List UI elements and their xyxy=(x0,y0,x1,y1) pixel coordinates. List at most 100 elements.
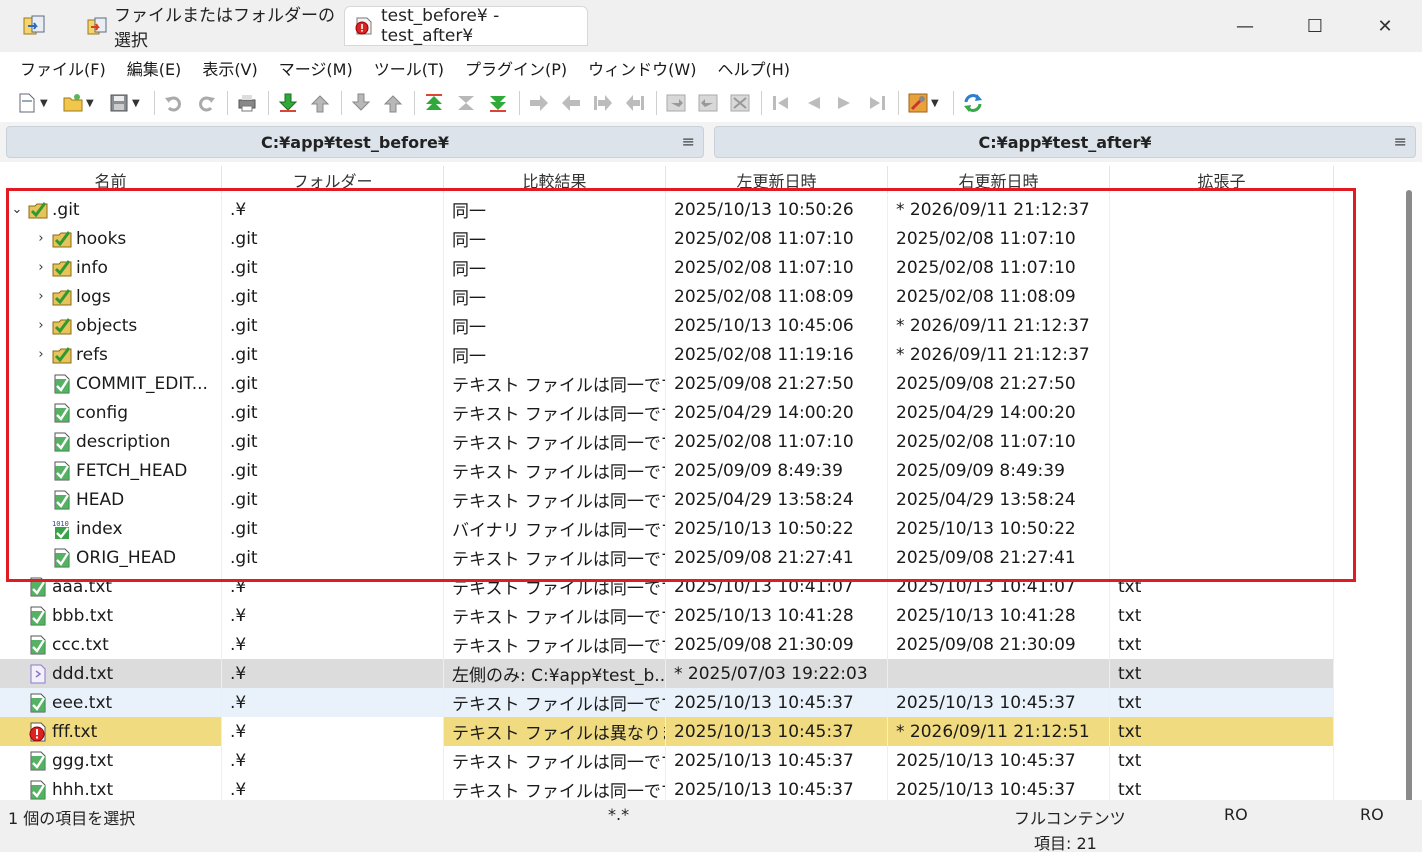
scrollbar-thumb[interactable] xyxy=(1406,190,1412,802)
vertical-scrollbar[interactable] xyxy=(1404,190,1414,802)
new-dropdown-chevron-icon[interactable]: ▼ xyxy=(40,98,50,109)
menu-view[interactable]: 表示(V) xyxy=(194,56,265,80)
item-name: logs xyxy=(76,286,111,307)
copy-left-advance-icon[interactable] xyxy=(624,92,646,114)
options-dropdown-chevron-icon[interactable]: ▼ xyxy=(931,98,941,109)
column-header-folder[interactable]: フォルダー xyxy=(222,166,444,194)
save-icon[interactable] xyxy=(108,92,130,114)
table-row[interactable]: ORIG_HEAD .git テキスト ファイルは同一です 2025/09/08 21… xyxy=(0,543,1334,572)
options-tools-icon[interactable] xyxy=(907,92,929,114)
left-path-bar[interactable]: C:¥app¥test_before¥ ≡ xyxy=(6,126,704,158)
cell-right-date: 2025/09/08 21:30:09 xyxy=(888,630,1110,659)
table-row[interactable]: HEAD .git テキスト ファイルは同一です 2025/04/29 13:58:2… xyxy=(0,485,1334,514)
table-row[interactable]: 1010 index .git バイナリ ファイルは同一です 2025/10/13 10… xyxy=(0,514,1334,543)
table-row[interactable]: description .git テキスト ファイルは同一です 2025/02/08 … xyxy=(0,427,1334,456)
current-diff-icon[interactable] xyxy=(455,92,477,114)
table-row[interactable]: fff.txt .¥テキスト ファイルは異なります2025/10/13 10:45… xyxy=(0,717,1334,746)
cell-extension xyxy=(1110,369,1334,398)
expand-chevron-right-icon[interactable]: › xyxy=(34,289,48,304)
first-file-icon[interactable] xyxy=(770,92,792,114)
table-row[interactable]: ⌄ .git .¥ 同一 2025/10/13 10:50:26 * 2026/09/11… xyxy=(0,195,1334,224)
table-row[interactable]: ddd.txt .¥ 左側のみ: C:¥app¥test_b... * 2025/07… xyxy=(0,659,1334,688)
toolbar-separator xyxy=(154,91,155,115)
column-header-left-date[interactable]: 左更新日時 xyxy=(666,166,888,194)
open-dropdown-chevron-icon[interactable]: ▼ xyxy=(86,98,96,109)
table-row[interactable]: › hooks .git 同一 2025/02/08 11:07:10 2025/02/0… xyxy=(0,224,1334,253)
table-row[interactable]: › refs .git 同一 2025/02/08 11:19:16 * 2026/09/… xyxy=(0,340,1334,369)
table-row[interactable]: › logs .git 同一 2025/02/08 11:08:09 2025/02/08… xyxy=(0,282,1334,311)
cell-compare-result: 同一 xyxy=(444,253,666,282)
expand-chevron-down-icon[interactable]: ⌄ xyxy=(10,202,24,217)
right-path-menu-icon[interactable]: ≡ xyxy=(1394,132,1407,151)
table-row[interactable]: hhh.txt .¥ テキスト ファイルは同一です 2025/10/13 10:45:… xyxy=(0,775,1334,800)
left-path-menu-icon[interactable]: ≡ xyxy=(682,132,695,151)
winmerge-app-icon[interactable] xyxy=(22,14,46,38)
next-file-icon[interactable] xyxy=(834,92,856,114)
column-header-name[interactable]: 名前 xyxy=(0,166,222,194)
cell-extension xyxy=(1110,282,1334,311)
copy-left-icon[interactable] xyxy=(560,92,582,114)
cell-left-date: 2025/10/13 10:45:37 xyxy=(666,688,888,717)
cell-left-date: 2025/04/29 13:58:24 xyxy=(666,485,888,514)
save-dropdown-chevron-icon[interactable]: ▼ xyxy=(132,98,142,109)
table-row[interactable]: COMMIT_EDIT... .git テキスト ファイルは同一です 2025/09/… xyxy=(0,369,1334,398)
close-button[interactable]: ✕ xyxy=(1362,10,1408,42)
right-path-label: C:¥app¥test_after¥ xyxy=(978,132,1152,152)
expand-chevron-right-icon[interactable]: › xyxy=(34,231,48,246)
copy-all-left-icon[interactable] xyxy=(697,92,719,114)
new-icon[interactable] xyxy=(16,92,38,114)
table-row[interactable]: config .git テキスト ファイルは同一です 2025/04/29 14:00… xyxy=(0,398,1334,427)
prev-file-icon[interactable] xyxy=(802,92,824,114)
menu-file[interactable]: ファイル(F) xyxy=(12,56,114,80)
right-path-bar[interactable]: C:¥app¥test_after¥ ≡ xyxy=(714,126,1416,158)
menu-merge[interactable]: マージ(M) xyxy=(271,56,361,80)
copy-all-right-icon[interactable] xyxy=(665,92,687,114)
expand-chevron-right-icon[interactable]: › xyxy=(34,347,48,362)
left-only-file-icon xyxy=(28,663,48,685)
table-row[interactable]: ggg.txt .¥ テキスト ファイルは同一です 2025/10/13 10:45:… xyxy=(0,746,1334,775)
first-diff-icon[interactable] xyxy=(350,92,372,114)
last-diff-green-icon[interactable] xyxy=(487,92,509,114)
minimize-button[interactable]: — xyxy=(1222,10,1268,42)
tab-select-files[interactable]: ファイルまたはフォルダーの選択 xyxy=(80,6,342,51)
text-file-identical-icon xyxy=(28,634,48,656)
refresh-icon[interactable] xyxy=(962,92,984,114)
table-row[interactable]: eee.txt .¥ テキスト ファイルは同一です 2025/10/13 10:45:… xyxy=(0,688,1334,717)
table-row[interactable]: bbb.txt .¥ テキスト ファイルは同一です 2025/10/13 10:41:… xyxy=(0,601,1334,630)
menu-window[interactable]: ウィンドウ(W) xyxy=(580,56,704,80)
menu-edit[interactable]: 編集(E) xyxy=(119,56,190,80)
merge-icon[interactable] xyxy=(729,92,751,114)
menu-tools[interactable]: ツール(T) xyxy=(366,56,452,80)
column-header-right-date[interactable]: 右更新日時 xyxy=(888,166,1110,194)
maximize-button[interactable]: ☐ xyxy=(1292,10,1338,42)
expand-chevron-right-icon[interactable]: › xyxy=(34,318,48,333)
menu-help[interactable]: ヘルプ(H) xyxy=(709,56,798,80)
table-row[interactable]: › objects .git 同一 2025/10/13 10:45:06 * 2026/… xyxy=(0,311,1334,340)
table-row[interactable]: ccc.txt .¥ テキスト ファイルは同一です 2025/09/08 21:30:… xyxy=(0,630,1334,659)
prev-diff-icon[interactable] xyxy=(309,92,331,114)
last-diff-icon[interactable] xyxy=(382,92,404,114)
compare-list[interactable]: 名前 フォルダー 比較結果 左更新日時 右更新日時 拡張子 ⌄ .git .¥ 同一 2… xyxy=(0,162,1422,800)
tab-compare[interactable]: test_before¥ - test_after¥ xyxy=(344,6,588,46)
table-row[interactable]: FETCH_HEAD .git テキスト ファイルは同一です 2025/09/09 8… xyxy=(0,456,1334,485)
last-file-icon[interactable] xyxy=(866,92,888,114)
menu-plugins[interactable]: プラグイン(P) xyxy=(457,56,575,80)
folder-identical-icon xyxy=(28,199,48,221)
print-icon[interactable] xyxy=(236,92,258,114)
cell-left-date: * 2025/07/03 19:22:03 xyxy=(666,659,888,688)
copy-right-advance-icon[interactable] xyxy=(592,92,614,114)
cell-extension xyxy=(1110,340,1334,369)
table-row[interactable]: aaa.txt .¥ テキスト ファイルは同一です 2025/10/13 10:41:… xyxy=(0,572,1334,601)
cell-name: › info xyxy=(0,253,222,282)
table-row[interactable]: › info .git 同一 2025/02/08 11:07:10 2025/02/08… xyxy=(0,253,1334,282)
expand-chevron-right-icon[interactable]: › xyxy=(34,260,48,275)
copy-right-icon[interactable] xyxy=(528,92,550,114)
undo-icon[interactable] xyxy=(163,92,185,114)
column-header-result[interactable]: 比較結果 xyxy=(444,166,666,194)
redo-icon[interactable] xyxy=(195,92,217,114)
first-diff-green-icon[interactable] xyxy=(423,92,445,114)
next-diff-icon[interactable] xyxy=(277,92,299,114)
open-icon[interactable] xyxy=(62,92,84,114)
column-header-extension[interactable]: 拡張子 xyxy=(1110,166,1334,194)
item-name: description xyxy=(76,431,171,452)
